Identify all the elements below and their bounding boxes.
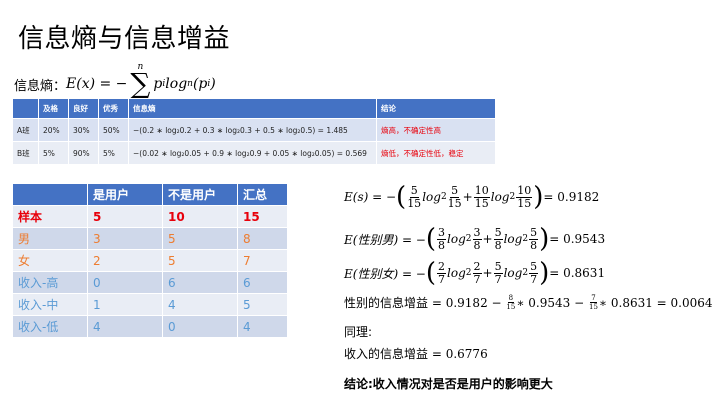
user-sample-table: 是用户 不是用户 汇总 样本 5 10 15 男358 女257 收入-高 0 6 6 收入… <box>12 183 288 338</box>
table-row: 收入-低 4 0 4 <box>12 315 288 338</box>
page-title: 信息熵与信息增益 <box>18 24 231 54</box>
income-gain-formula: 收入的信息增益 = 0.6776 <box>344 346 488 362</box>
es-formula: E(s) = −( 5 15 log 2 5 15 + 10 15 log 2 10 15 … <box>344 182 600 212</box>
table-row: 样本 5 10 15 <box>12 205 288 228</box>
formula-lhs: E(x) = − <box>66 76 128 92</box>
table-row: B班 5% 90% 5% −(0.02 ∗ log₂0.05 + 0.9 ∗ l… <box>12 141 496 165</box>
female-entropy-formula: E(性别女) = −( 27 log 2 27 + 57 log 2 57 ) = 0… <box>344 258 606 288</box>
table-header-row: 是用户 不是用户 汇总 <box>12 183 288 206</box>
table-row: A班 20% 30% 50% −(0.2 ∗ log₂0.2 + 0.3 ∗ l… <box>12 118 496 142</box>
same-text: 同理: <box>344 325 373 339</box>
gender-gain-formula: 性别的信息增益 = 0.9182 − 8 15 ∗ 0.9543 − 7 15 ∗ … <box>344 294 713 311</box>
table-row: 收入-中 1 4 5 <box>12 293 288 316</box>
class-entropy-table: 及格 良好 优秀 信息熵 结论 A班 20% 30% 50% −(0.2 ∗ l… <box>12 98 496 165</box>
formula-label: 信息熵： <box>14 78 67 94</box>
table-row: 收入-高 0 6 6 <box>12 271 288 294</box>
male-entropy-formula: E(性别男) = −( 38 log 2 38 + 58 log 2 58 ) = 0… <box>344 224 606 254</box>
conclusion-text: 结论:收入情况对是否是用户的影响更大 <box>344 377 553 391</box>
table-row: 女257 <box>12 249 288 272</box>
table-row: 男358 <box>12 227 288 250</box>
table-header-row: 及格 良好 优秀 信息熵 结论 <box>12 98 496 119</box>
